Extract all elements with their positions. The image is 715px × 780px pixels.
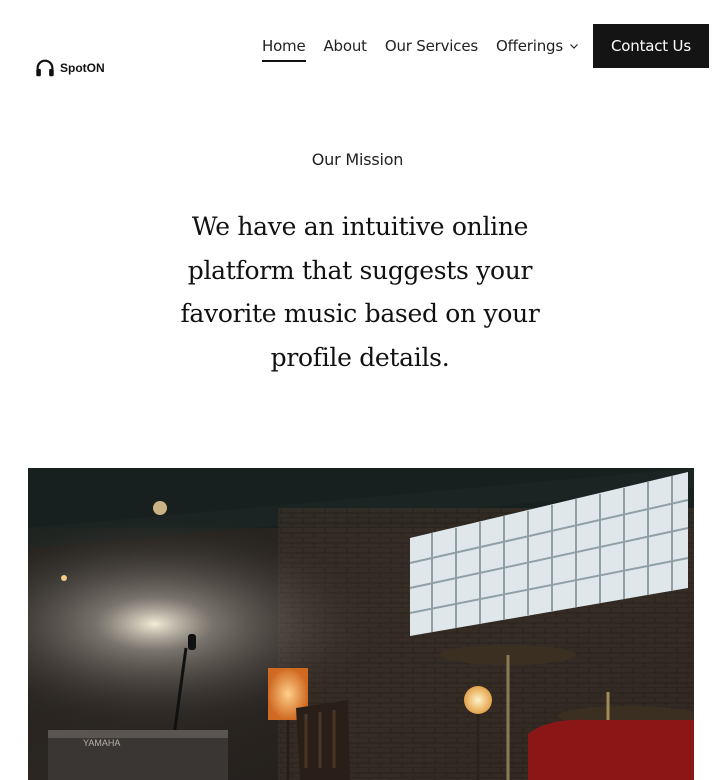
headphones-icon — [36, 59, 54, 77]
brand-logo[interactable]: SpotON — [34, 57, 105, 79]
contact-us-button[interactable]: Contact Us — [593, 24, 709, 68]
brand-name: SpotON — [60, 61, 105, 75]
chevron-down-icon — [570, 44, 578, 49]
mission-statement: We have an intuitive online platform tha… — [180, 212, 540, 372]
hero-image: YAMAHA — [28, 468, 694, 780]
nav-item-our-services[interactable]: Our Services — [385, 25, 478, 67]
site-header: SpotON Home About Our Services Offerings… — [0, 0, 715, 100]
main-nav: Home About Our Services Offerings — [262, 24, 597, 68]
nav-item-home[interactable]: Home — [262, 25, 306, 67]
section-eyebrow: Our Mission — [311, 150, 404, 169]
nav-item-offerings[interactable]: Offerings — [496, 25, 579, 67]
nav-item-about[interactable]: About — [324, 25, 368, 67]
piano-brand-text: YAMAHA — [83, 738, 120, 748]
nav-item-offerings-label: Offerings — [495, 37, 563, 55]
music-studio-photo: YAMAHA — [28, 468, 694, 780]
